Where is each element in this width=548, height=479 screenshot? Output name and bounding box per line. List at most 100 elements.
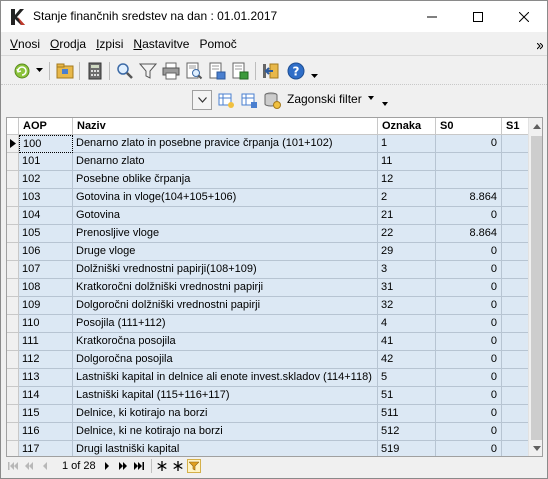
row-indicator[interactable] [7,135,19,153]
calculator-icon[interactable] [84,60,106,82]
cell-s1[interactable] [502,405,530,423]
cell-naziv[interactable]: Gotovina [73,207,378,225]
row-indicator[interactable] [7,225,19,243]
cell-aop[interactable]: 111 [19,333,73,351]
cell-s0[interactable]: 0 [436,297,502,315]
cell-s1[interactable] [502,351,530,369]
table-row[interactable]: 110 Posojila (111+112) 4 0 [7,315,530,333]
cell-s1[interactable] [502,315,530,333]
cell-naziv[interactable]: Druge vloge [73,243,378,261]
row-indicator[interactable] [7,423,19,441]
table-edit-icon[interactable] [238,89,260,111]
cell-s0[interactable]: 0 [436,135,502,153]
cell-s1[interactable] [502,243,530,261]
cell-oznaka[interactable]: 4 [378,315,436,333]
cell-s1[interactable] [502,333,530,351]
cell-oznaka[interactable]: 31 [378,279,436,297]
row-indicator[interactable] [7,387,19,405]
scroll-up-icon[interactable] [529,118,542,135]
cell-s0[interactable]: 0 [436,207,502,225]
print-icon[interactable] [160,60,182,82]
startup-filter-label[interactable]: Zagonski filter [287,92,362,106]
menu-pomoc[interactable]: Pomoč [194,32,241,56]
cell-oznaka[interactable]: 21 [378,207,436,225]
table-row[interactable]: 106 Druge vloge 29 0 [7,243,530,261]
table-row[interactable]: 107 Dolžniški vrednostni papirji(108+109)… [7,261,530,279]
cell-oznaka[interactable]: 41 [378,333,436,351]
cell-oznaka[interactable]: 22 [378,225,436,243]
minimize-button[interactable] [409,1,455,32]
column-header-s0[interactable]: S0 [436,118,502,135]
table-row[interactable]: 116 Delnice, ki ne kotirajo na borzi 512 0 [7,423,530,441]
export-excel-icon[interactable] [229,60,251,82]
menu-izpisi[interactable]: Izpisi [91,32,128,56]
row-indicator[interactable] [7,261,19,279]
cell-aop[interactable]: 102 [19,171,73,189]
scroll-thumb[interactable] [531,136,542,440]
menu-vnosi[interactable]: Vnosi [5,32,45,56]
cell-aop[interactable]: 110 [19,315,73,333]
cell-s1[interactable] [502,369,530,387]
row-indicator[interactable] [7,171,19,189]
table-row[interactable]: 108 Kratkoročni dolžniški vrednostni papi… [7,279,530,297]
cell-s0[interactable]: 8.864 [436,225,502,243]
cell-oznaka[interactable]: 42 [378,351,436,369]
cell-aop[interactable]: 114 [19,387,73,405]
menu-orodja[interactable]: Orodja [45,32,91,56]
cell-naziv[interactable]: Posebne oblike črpanja [73,171,378,189]
cell-s1[interactable] [502,297,530,315]
menu-nastavitve[interactable]: Nastavitve [128,32,194,56]
last-page-icon[interactable] [132,459,146,473]
menu-overflow-icon[interactable] [536,40,544,50]
cell-s1[interactable] [502,189,530,207]
table-row[interactable]: 104 Gotovina 21 0 [7,207,530,225]
table-row[interactable]: 103 Gotovina in vloge(104+105+106) 2 8.864 [7,189,530,207]
table-row[interactable]: 112 Dolgoročna posojila 42 0 [7,351,530,369]
cell-s0[interactable]: 0 [436,405,502,423]
cell-aop[interactable]: 117 [19,441,73,456]
column-header-oznaka[interactable]: Oznaka [378,118,436,135]
print-preview-icon[interactable] [183,60,205,82]
cell-s0[interactable] [436,171,502,189]
row-indicator[interactable] [7,297,19,315]
cell-s1[interactable] [502,387,530,405]
cell-naziv[interactable]: Delnice, ki ne kotirajo na borzi [73,423,378,441]
cell-s0[interactable]: 0 [436,333,502,351]
cell-oznaka[interactable]: 519 [378,441,436,456]
cell-aop[interactable]: 100 [19,135,73,153]
table-row[interactable]: 115 Delnice, ki kotirajo na borzi 511 0 [7,405,530,423]
cell-s1[interactable] [502,225,530,243]
first-page-icon[interactable] [6,459,20,473]
cell-oznaka[interactable]: 512 [378,423,436,441]
cell-oznaka[interactable]: 511 [378,405,436,423]
cell-aop[interactable]: 105 [19,225,73,243]
database-filter-icon[interactable] [261,89,283,111]
cell-naziv[interactable]: Prenosljive vloge [73,225,378,243]
open-folder-icon[interactable] [54,60,76,82]
table-row[interactable]: 102 Posebne oblike črpanja 12 [7,171,530,189]
cell-s0[interactable]: 0 [436,351,502,369]
cell-s1[interactable] [502,207,530,225]
prev-set-icon[interactable] [22,459,36,473]
cell-oznaka[interactable]: 11 [378,153,436,171]
filter-icon[interactable] [137,60,159,82]
cell-naziv[interactable]: Posojila (111+112) [73,315,378,333]
cell-naziv[interactable]: Dolžniški vrednostni papirji(108+109) [73,261,378,279]
next-set-icon[interactable] [116,459,130,473]
cell-aop[interactable]: 109 [19,297,73,315]
cell-naziv[interactable]: Lastniški kapital in delnice ali enote i… [73,369,378,387]
row-indicator[interactable] [7,351,19,369]
table-row[interactable]: 113 Lastniški kapital in delnice ali enot… [7,369,530,387]
cell-s0[interactable]: 0 [436,279,502,297]
chevron-down-icon[interactable] [311,73,318,79]
cell-oznaka[interactable]: 2 [378,189,436,207]
cell-naziv[interactable]: Kratkoročna posojila [73,333,378,351]
cell-s1[interactable] [502,171,530,189]
cell-naziv[interactable]: Kratkoročni dolžniški vrednostni papirji [73,279,378,297]
cell-aop[interactable]: 112 [19,351,73,369]
exit-icon[interactable] [260,60,282,82]
cell-naziv[interactable]: Dolgoročna posojila [73,351,378,369]
cell-naziv[interactable]: Lastniški kapital (115+116+117) [73,387,378,405]
table-add-icon[interactable] [215,89,237,111]
prev-page-icon[interactable] [38,459,52,473]
